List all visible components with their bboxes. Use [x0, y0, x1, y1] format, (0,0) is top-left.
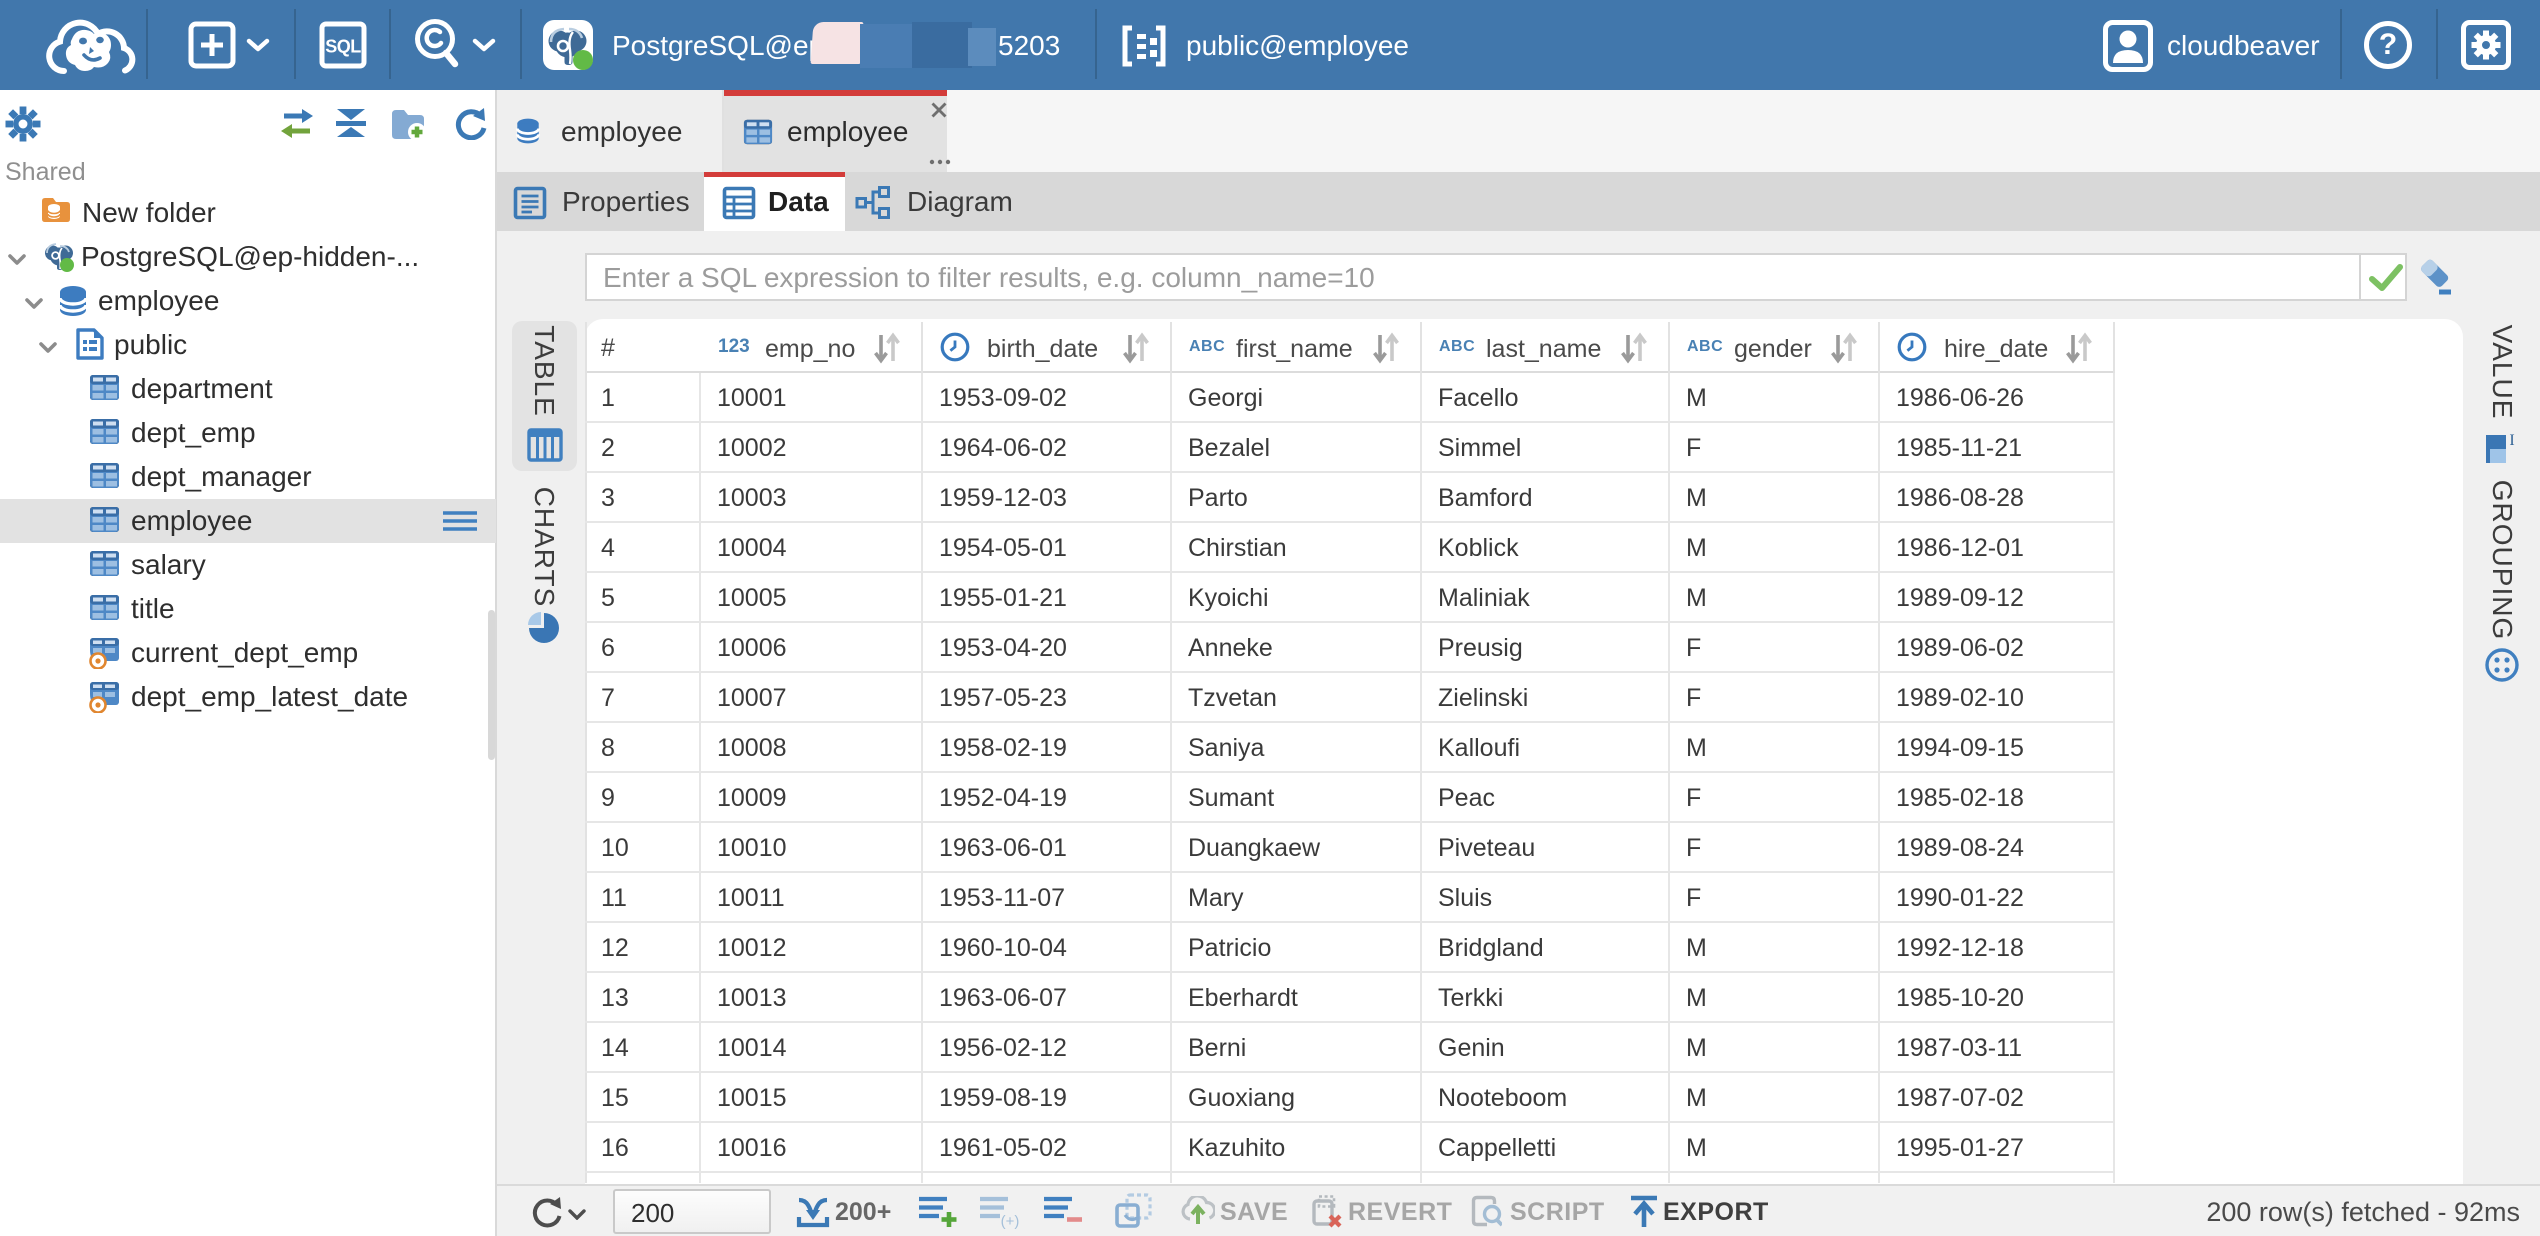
svg-text:I: I	[2509, 432, 2514, 449]
svg-text:SQL: SQL	[325, 37, 361, 57]
svg-text:?: ?	[2379, 28, 2397, 61]
svg-text:(+): (+)	[1001, 1213, 1020, 1230]
